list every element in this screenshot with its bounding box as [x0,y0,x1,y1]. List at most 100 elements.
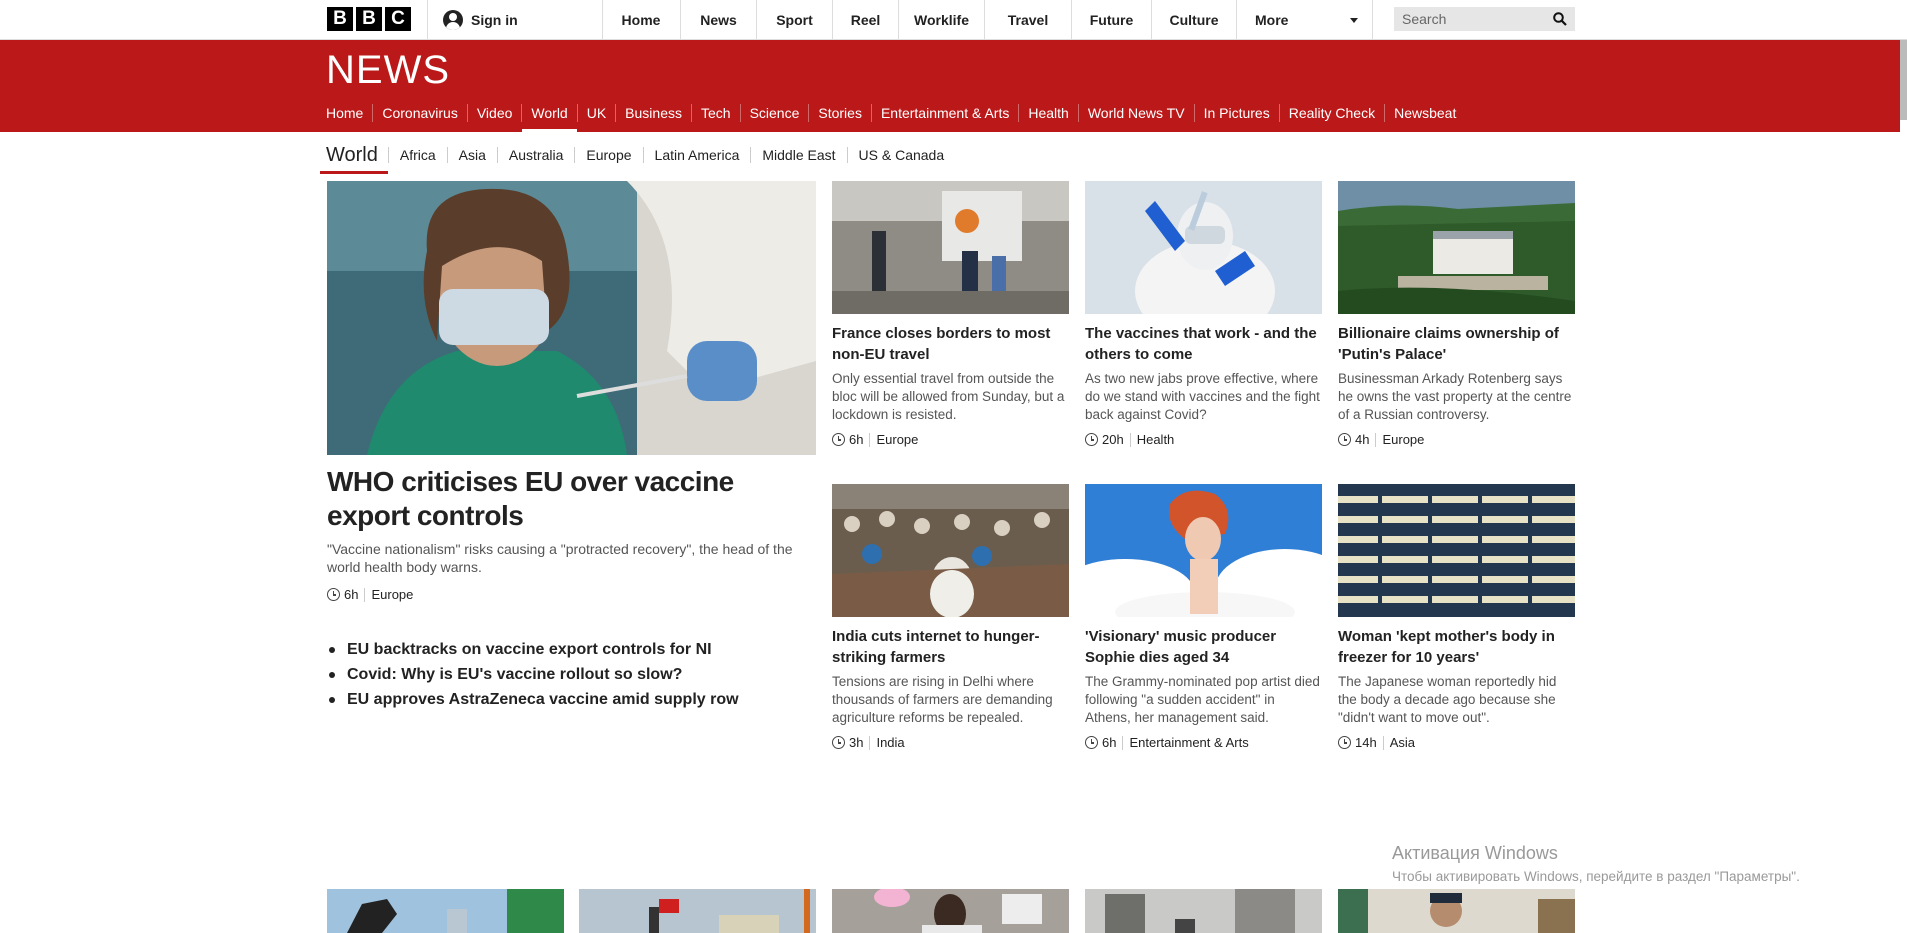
subnav-item-australia[interactable]: Australia [496,147,574,163]
section-link[interactable]: Entertainment & Arts [1122,735,1249,750]
story-image[interactable] [1085,181,1322,314]
newsnav-item-business[interactable]: Business [615,104,691,122]
top-nav: Home News Sport Reel Worklife Travel Fut… [602,0,1373,40]
newsnav-item-in-pictures[interactable]: In Pictures [1193,104,1279,122]
timestamp: 6h [849,432,864,447]
story-card[interactable]: France closes borders to most non-EU tra… [832,181,1069,447]
section-link[interactable]: Asia [1382,735,1415,750]
story-image[interactable] [1338,484,1575,617]
chevron-down-icon [1350,17,1358,23]
topnav-item-sport[interactable]: Sport [757,0,833,40]
more-menu-button[interactable]: More [1237,0,1373,40]
story-headline[interactable]: The vaccines that work - and the others … [1085,323,1322,365]
newsnav-item-home[interactable]: Home [326,104,372,122]
section-link[interactable]: Europe [1375,432,1424,447]
clock-icon [832,433,845,446]
story-meta: 14h Asia [1338,735,1575,750]
bbc-logo[interactable]: B B C [327,7,411,31]
logo-letter: B [356,7,382,31]
newsnav-item-entertainment-arts[interactable]: Entertainment & Arts [870,104,1018,122]
search-input[interactable] [1402,11,1552,27]
search-icon[interactable] [1553,12,1567,26]
section-link[interactable]: Health [1129,432,1174,447]
story-image[interactable] [1085,484,1322,617]
story-image[interactable] [1085,889,1322,933]
story-card[interactable]: 'Visionary' music producer Sophie dies a… [1085,484,1322,750]
timestamp: 14h [1355,735,1377,750]
subnav-title-world[interactable]: World [320,142,388,174]
newsnav-item-world-news-tv[interactable]: World News TV [1077,104,1194,122]
story-headline[interactable]: 'Visionary' music producer Sophie dies a… [1085,626,1322,668]
clock-icon [327,588,340,601]
news-logo[interactable]: NEWS [326,48,450,93]
clock-icon [1085,433,1098,446]
story-meta: 3h India [832,735,1069,750]
scrollbar[interactable] [1900,40,1907,120]
story-summary: Businessman Arkady Rotenberg says he own… [1338,371,1572,422]
clock-icon [1338,736,1351,749]
section-link[interactable]: India [869,735,905,750]
related-story-link[interactable]: EU approves AstraZeneca vaccine amid sup… [327,687,739,712]
story-summary: As two new jabs prove effective, where d… [1085,371,1320,422]
newsnav-item-health[interactable]: Health [1018,104,1077,122]
story-image[interactable] [1338,889,1575,933]
subnav-item-africa[interactable]: Africa [387,147,447,163]
lead-story-headline[interactable]: WHO criticises EU over vaccine export co… [327,465,817,533]
news-header: NEWS Home Coronavirus Video World UK Bus… [0,40,1900,133]
newsnav-item-tech[interactable]: Tech [690,104,740,122]
story-image[interactable] [327,889,564,933]
lead-story-image[interactable] [327,181,816,455]
windows-activation-watermark: Активация Windows [1392,843,1558,863]
story-card[interactable]: Woman 'kept mother's body in freezer for… [1338,484,1575,750]
story-meta: 6h Entertainment & Arts [1085,735,1322,750]
newsnav-item-uk[interactable]: UK [576,104,615,122]
subnav-item-middle-east[interactable]: Middle East [750,147,846,163]
newsnav-item-stories[interactable]: Stories [808,104,871,122]
topnav-item-reel[interactable]: Reel [833,0,899,40]
topnav-item-future[interactable]: Future [1072,0,1152,40]
newsnav-item-science[interactable]: Science [739,104,809,122]
story-card[interactable]: The vaccines that work - and the others … [1085,181,1322,447]
newsnav-item-world[interactable]: World [521,104,578,133]
story-image[interactable] [1338,181,1575,314]
story-meta: 4h Europe [1338,432,1575,447]
related-story-link[interactable]: Covid: Why is EU's vaccine rollout so sl… [327,662,739,687]
sign-in-link[interactable]: Sign in [427,0,603,40]
topnav-item-worklife[interactable]: Worklife [899,0,985,40]
story-meta: 6h Europe [832,432,1069,447]
subnav-item-us-canada[interactable]: US & Canada [846,147,956,163]
newsnav-item-reality-check[interactable]: Reality Check [1278,104,1384,122]
sign-in-label: Sign in [471,12,518,28]
story-headline[interactable]: France closes borders to most non-EU tra… [832,323,1069,365]
topnav-item-culture[interactable]: Culture [1152,0,1237,40]
subnav-item-latin-america[interactable]: Latin America [642,147,751,163]
newsnav-item-coronavirus[interactable]: Coronavirus [372,104,466,122]
story-card[interactable]: Billionaire claims ownership of 'Putin's… [1338,181,1575,447]
topnav-item-news[interactable]: News [681,0,757,40]
story-card[interactable]: India cuts internet to hunger-striking f… [832,484,1069,750]
story-headline[interactable]: Billionaire claims ownership of 'Putin's… [1338,323,1575,365]
story-headline[interactable]: Woman 'kept mother's body in freezer for… [1338,626,1575,668]
global-navigation: B B C Sign in Home News Sport Reel Workl… [0,0,1907,40]
story-summary: The Japanese woman reportedly hid the bo… [1338,674,1557,725]
story-summary: The Grammy-nominated pop artist died fol… [1085,674,1320,725]
subnav-item-asia[interactable]: Asia [446,147,497,163]
story-image[interactable] [832,889,1069,933]
subnav-item-europe[interactable]: Europe [574,147,642,163]
section-link[interactable]: Europe [869,432,918,447]
timestamp: 4h [1355,432,1370,447]
story-image[interactable] [579,889,816,933]
newsnav-item-video[interactable]: Video [466,104,522,122]
story-image[interactable] [832,181,1069,314]
logo-letter: C [385,7,411,31]
story-image[interactable] [832,484,1069,617]
story-meta: 20h Health [1085,432,1322,447]
topnav-item-home[interactable]: Home [602,0,681,40]
topnav-item-travel[interactable]: Travel [985,0,1072,40]
newsnav-item-newsbeat[interactable]: Newsbeat [1384,104,1465,122]
section-link[interactable]: Europe [364,587,413,602]
search-box [1394,7,1575,31]
related-story-link[interactable]: EU backtracks on vaccine export controls… [327,637,739,662]
story-headline[interactable]: India cuts internet to hunger-striking f… [832,626,1069,668]
related-stories-list: EU backtracks on vaccine export controls… [327,637,739,712]
